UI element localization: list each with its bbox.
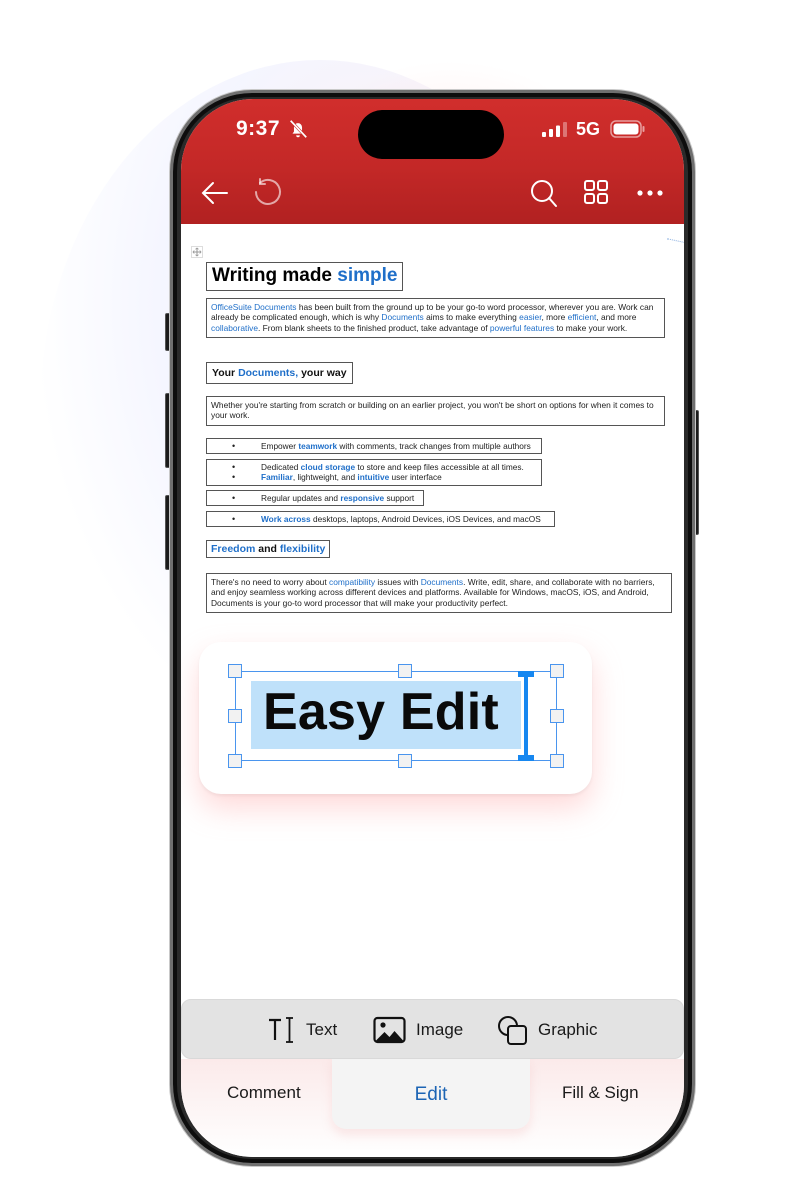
text-run: easier	[519, 312, 542, 323]
section-heading-freedom[interactable]: Freedom and flexibility	[206, 540, 331, 558]
page-edge-marker	[665, 238, 684, 250]
text-run: OfficeSuite Documents	[211, 302, 297, 312]
title-accent: simple	[337, 265, 398, 286]
resize-handle-top[interactable]	[398, 664, 412, 678]
text-run: Documents,	[238, 367, 299, 379]
bullet-list-item[interactable]: Empower teamwork with comments, track ch…	[206, 438, 542, 455]
options-paragraph[interactable]: Whether you're starting from scratch or …	[206, 396, 665, 426]
network-type: 5G	[576, 119, 601, 139]
text-run: , more	[541, 312, 568, 323]
resize-handle-right[interactable]	[550, 709, 564, 723]
bullet-list-item[interactable]: Work across desktops, laptops, Android D…	[206, 511, 555, 528]
document-title[interactable]: Writing made simple	[206, 262, 404, 291]
bell-slash-icon	[289, 119, 308, 139]
resize-handle-top-right[interactable]	[550, 664, 564, 678]
text-run: flexibility	[279, 543, 326, 555]
resize-handle-bottom[interactable]	[398, 754, 412, 768]
text-cursor[interactable]	[524, 673, 528, 759]
insert-graphic-button[interactable]: Graphic	[497, 1014, 598, 1046]
title-text: Writing made	[212, 265, 338, 286]
grid-view-icon[interactable]	[580, 177, 612, 209]
text-run: Documents	[420, 577, 464, 587]
phone-screen: 9:37 5G Writing made simple OfficeSuite …	[181, 99, 684, 1157]
shapes-icon	[498, 1015, 527, 1045]
bullet-list-item[interactable]: Dedicated cloud storage to store and kee…	[206, 459, 542, 486]
text-run: Your	[212, 367, 239, 379]
text-run: Documents	[381, 312, 424, 323]
insert-image-button[interactable]: Image	[373, 1014, 463, 1046]
text-run: compatibility	[329, 577, 376, 587]
dynamic-island	[358, 110, 504, 159]
status-time: 9:37	[236, 117, 281, 140]
text-run: issues with	[375, 577, 421, 587]
text-run: collaborative	[211, 322, 259, 333]
tab-edit[interactable]: Edit	[332, 1057, 530, 1129]
bullet-teamwork: Empower teamwork with comments, track ch…	[227, 441, 535, 452]
resize-handle-bottom-right[interactable]	[550, 754, 564, 768]
document-canvas[interactable]: Writing made simple OfficeSuite Document…	[181, 224, 684, 1004]
bullet-work-across: Work across desktops, laptops, Android D…	[227, 514, 548, 525]
back-arrow-icon[interactable]	[199, 177, 231, 209]
bullet-familiar: Familiar, lightweight, and intuitive use…	[227, 472, 535, 483]
text-cursor-bottom	[518, 755, 534, 761]
bullet-list-item[interactable]: Regular updates and responsive support	[206, 490, 424, 507]
text-run: your way	[298, 367, 347, 379]
insert-image-label: Image	[416, 1020, 464, 1039]
resize-handle-top-left[interactable]	[228, 664, 242, 678]
text-run: to make your work.	[554, 322, 628, 333]
intro-paragraph[interactable]: OfficeSuite Documents has been built fro…	[206, 298, 665, 338]
text-run: powerful features	[489, 322, 555, 333]
insert-toolbar: Text Image Graphic	[181, 999, 684, 1059]
compatibility-paragraph[interactable]: There's no need to worry about compatibi…	[206, 573, 672, 613]
selection-frame[interactable]	[235, 671, 557, 761]
more-icon[interactable]	[635, 177, 667, 209]
move-handle-icon[interactable]	[191, 246, 203, 258]
insert-text-label: Text	[306, 1020, 338, 1039]
undo-icon[interactable]	[251, 177, 283, 209]
image-icon	[373, 1016, 406, 1044]
search-icon[interactable]	[528, 177, 560, 209]
insert-graphic-label: Graphic	[538, 1020, 598, 1039]
tab-fill-sign[interactable]: Fill & Sign	[562, 1083, 639, 1103]
bullet-cloud-storage: Dedicated cloud storage to store and kee…	[227, 462, 535, 473]
section-heading-your-way[interactable]: Your Documents, your way	[206, 362, 353, 384]
signal-bars-icon	[542, 122, 567, 137]
text-run: There's no need to worry about	[211, 577, 329, 587]
text-run: efficient	[567, 312, 597, 323]
text-run: Whether you're starting from scratch or …	[211, 400, 654, 421]
bullet-responsive: Regular updates and responsive support	[227, 493, 417, 504]
app-header: 9:37 5G	[181, 99, 684, 224]
text-run: . From blank sheets to the finished prod…	[258, 322, 490, 333]
tab-edit-label: Edit	[414, 1084, 448, 1105]
text-run: Freedom	[211, 543, 256, 555]
text-run: and	[255, 543, 280, 555]
resize-handle-left[interactable]	[228, 709, 242, 723]
text-cursor-icon	[269, 1017, 293, 1043]
text-run: aims to make everything	[423, 312, 520, 323]
resize-handle-bottom-left[interactable]	[228, 754, 242, 768]
tab-comment[interactable]: Comment	[227, 1083, 301, 1103]
insert-text-button[interactable]: Text	[268, 1014, 337, 1046]
text-run: , and more	[596, 312, 637, 323]
battery-icon	[610, 120, 645, 138]
